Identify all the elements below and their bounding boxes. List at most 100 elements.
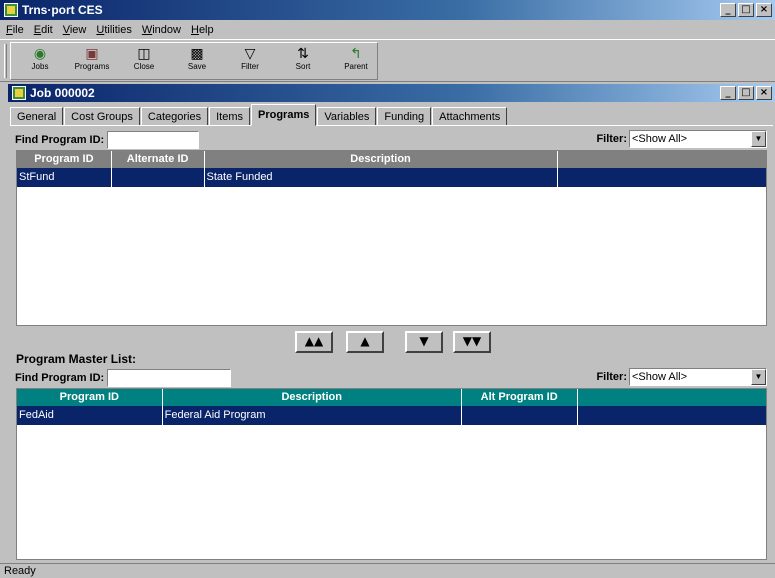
cell-master-description: Federal Aid Program [163,406,462,425]
tab-strip: General Cost Groups Categories Items Pro… [10,104,508,126]
col-empty [558,151,766,168]
up-icon: ▲ [360,334,370,348]
programs-filter-value: <Show All> [632,133,688,145]
app-logo-icon [4,3,18,17]
menu-edit[interactable]: Edit [34,24,53,36]
child-restore-button[interactable]: □ [738,86,754,100]
toolbar: ◉ Jobs ▣ Programs ◫ Close ▩ Save ▽ Filte… [0,39,775,82]
chevron-down-icon[interactable]: ▼ [751,369,766,385]
tab-items[interactable]: Items [209,107,250,126]
cell-alternate-id [112,168,205,187]
parent-button[interactable]: ↰ Parent [334,46,378,80]
tab-variables[interactable]: Variables [317,107,377,126]
move-all-up-button[interactable]: ▲▲ [295,331,333,353]
sort-icon: ⇅ [297,46,309,62]
col-alt-program-id[interactable]: Alt Program ID [462,389,578,406]
cell-program-id: StFund [17,168,112,187]
jobs-button[interactable]: ◉ Jobs [18,46,62,80]
find-program-input[interactable] [107,131,200,149]
programs-label: Programs [74,62,110,71]
master-grid: Program ID Description Alt Program ID Fe… [16,388,767,560]
cell-alt-program-id [462,406,578,425]
table-row[interactable]: StFund State Funded [17,168,766,187]
parent-label: Parent [344,62,368,71]
cell-master-empty [578,406,767,425]
double-up-icon: ▲▲ [304,334,324,348]
toolbar-grip[interactable] [4,44,7,78]
master-find-input[interactable] [107,369,232,387]
master-find-label: Find Program ID: [15,372,105,384]
master-filter-select[interactable]: <Show All> ▼ [629,368,767,386]
close-label: Close [133,62,155,71]
tab-general[interactable]: General [10,107,64,126]
child-close-button[interactable]: × [756,86,772,100]
tab-cost-groups[interactable]: Cost Groups [64,107,140,126]
master-filter: Filter: <Show All> ▼ [596,368,767,386]
sort-label: Sort [295,62,311,71]
save-button[interactable]: ▩ Save [175,46,219,80]
filter-label: Filter: [596,133,627,145]
programs-grid-header: Program ID Alternate ID Description [17,151,766,168]
programs-panel: Find Program ID: Filter: <Show All> ▼ Pr… [10,125,773,563]
double-down-icon: ▼▼ [462,334,482,348]
job-child-window: Job 000002 _ □ × General Cost Groups Cat… [8,84,775,563]
tab-funding[interactable]: Funding [377,107,432,126]
menu-window[interactable]: Window [142,24,181,36]
find-program-row: Find Program ID: [15,130,200,150]
close-door-icon: ◫ [137,46,151,62]
cell-empty [558,168,766,187]
tab-attachments[interactable]: Attachments [432,107,508,126]
table-row[interactable]: FedAid Federal Aid Program [17,406,766,425]
master-find-row: Find Program ID: [15,368,232,388]
tab-programs[interactable]: Programs [251,104,317,126]
col-master-description[interactable]: Description [163,389,462,406]
move-down-button[interactable]: ▼ [405,331,443,353]
move-up-button[interactable]: ▲ [346,331,384,353]
find-program-label: Find Program ID: [15,134,105,146]
master-filter-value: <Show All> [632,371,688,383]
filter-button[interactable]: ▽ Filter [228,46,272,80]
programs-grid: Program ID Alternate ID Description StFu… [16,150,767,326]
filter-label: Filter [241,62,259,71]
child-minimize-button[interactable]: _ [720,86,736,100]
master-grid-header: Program ID Description Alt Program ID [17,389,766,406]
master-filter-label: Filter: [596,371,627,383]
app-title-bar[interactable]: Trns·port CES _ □ × [0,0,775,20]
application-window: Trns·port CES _ □ × File Edit View Utili… [0,0,775,578]
col-master-program-id[interactable]: Program ID [17,389,163,406]
close-button[interactable]: × [756,3,772,17]
menu-file[interactable]: File [6,24,24,36]
cell-master-program-id: FedAid [17,406,163,425]
close-tool-button[interactable]: ◫ Close [122,46,166,80]
cell-description: State Funded [205,168,558,187]
menu-view[interactable]: View [63,24,87,36]
jobs-icon: ◉ [33,46,47,62]
programs-button[interactable]: ▣ Programs [70,46,114,80]
status-bar: Ready [0,563,775,578]
master-list-title: Program Master List: [16,352,137,366]
minimize-button[interactable]: _ [720,3,736,17]
app-title: Trns·port CES [22,3,103,17]
save-label: Save [187,62,207,71]
tab-categories[interactable]: Categories [140,107,209,126]
col-program-id[interactable]: Program ID [17,151,112,168]
child-title-bar[interactable]: Job 000002 _ □ × [8,84,775,102]
filter-icon: ▽ [244,46,256,62]
down-icon: ▼ [419,334,429,348]
chevron-down-icon[interactable]: ▼ [751,131,766,147]
programs-filter-select[interactable]: <Show All> ▼ [629,130,767,148]
programs-filter: Filter: <Show All> ▼ [596,130,767,148]
menu-utilities[interactable]: Utilities [96,24,131,36]
col-master-empty [578,389,767,406]
parent-icon: ↰ [350,46,362,62]
col-alternate-id[interactable]: Alternate ID [112,151,205,168]
menu-help[interactable]: Help [191,24,214,36]
move-all-down-button[interactable]: ▼▼ [453,331,491,353]
col-description[interactable]: Description [205,151,558,168]
sort-button[interactable]: ⇅ Sort [281,46,325,80]
jobs-label: Jobs [31,62,49,71]
job-window-icon [12,86,26,100]
programs-icon: ▣ [85,46,99,62]
restore-button[interactable]: □ [738,3,754,17]
menu-bar: File Edit View Utilities Window Help [0,20,775,39]
